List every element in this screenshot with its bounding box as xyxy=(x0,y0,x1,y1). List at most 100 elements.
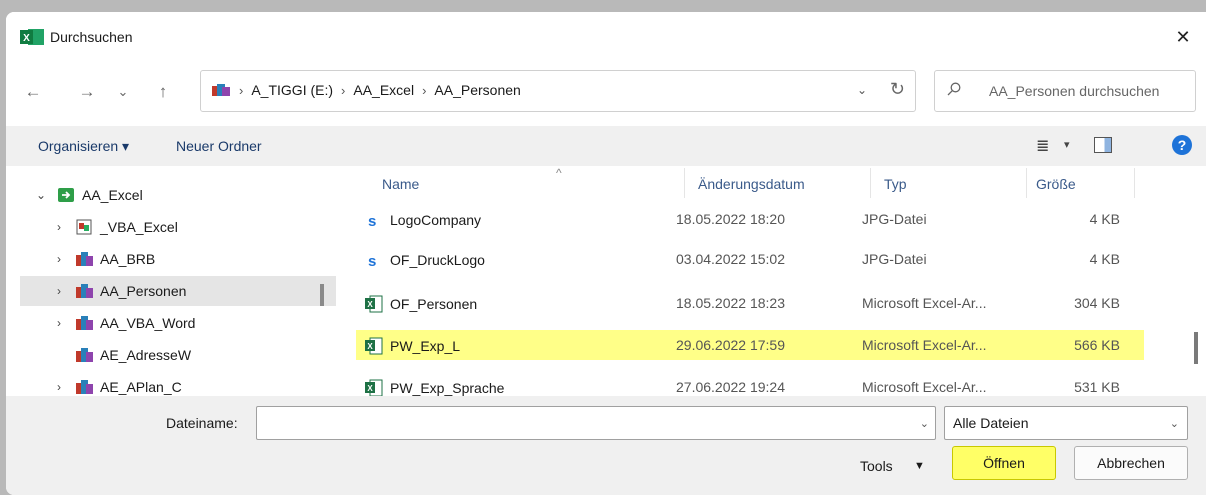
folder-icon xyxy=(76,284,93,298)
column-divider[interactable] xyxy=(1134,168,1135,198)
file-date: 03.04.2022 15:02 xyxy=(676,251,785,267)
forward-button[interactable]: → xyxy=(74,82,100,102)
file-row-selected[interactable]: X PW_Exp_L 29.06.2022 17:59 Microsoft Ex… xyxy=(356,330,1144,360)
file-row[interactable]: s OF_DruckLogo 03.04.2022 15:02 JPG-Date… xyxy=(356,244,1144,274)
svg-text:s: s xyxy=(368,253,376,269)
chevron-down-icon[interactable]: ⌄ xyxy=(1170,417,1179,430)
file-type: Microsoft Excel-Ar... xyxy=(862,379,987,395)
file-type: JPG-Datei xyxy=(862,251,927,267)
recent-locations-button[interactable]: ⌄ xyxy=(110,82,136,102)
svg-text:X: X xyxy=(23,33,30,44)
close-button[interactable]: ✕ xyxy=(1170,24,1196,50)
tree-item-aa-brb[interactable]: › AA_BRB xyxy=(6,244,352,274)
new-folder-button[interactable]: Neuer Ordner xyxy=(176,138,262,154)
file-list-scrollbar[interactable] xyxy=(1194,332,1198,364)
svg-text:s: s xyxy=(368,213,376,229)
chevron-right-icon[interactable]: › xyxy=(52,316,66,330)
svg-text:X: X xyxy=(367,342,373,351)
tree-item-label: AE_APlan_C xyxy=(100,379,182,395)
file-type-filter-value: Alle Dateien xyxy=(953,415,1029,431)
column-divider[interactable] xyxy=(870,168,871,198)
refresh-icon[interactable]: ↻ xyxy=(890,79,905,100)
cancel-button[interactable]: Abbrechen xyxy=(1074,446,1188,480)
folder-icon xyxy=(76,219,92,235)
column-divider[interactable] xyxy=(684,168,685,198)
search-input[interactable]: AA_Personen durchsuchen xyxy=(934,70,1196,112)
tree-scrollbar[interactable] xyxy=(320,284,324,306)
file-name: PW_Exp_Sprache xyxy=(390,380,505,396)
chevron-right-icon[interactable]: › xyxy=(52,220,66,234)
file-size: 4 KB xyxy=(1089,251,1120,267)
excel-file-icon: X xyxy=(365,379,383,396)
file-type: Microsoft Excel-Ar... xyxy=(862,295,987,311)
breadcrumb-separator: › xyxy=(422,82,427,98)
file-type-filter[interactable]: Alle Dateien ⌄ xyxy=(944,406,1188,440)
file-date: 18.05.2022 18:23 xyxy=(676,295,785,311)
chevron-down-icon[interactable]: ⌄ xyxy=(920,417,929,430)
tree-item-label: AE_AdresseW xyxy=(100,347,192,363)
file-row[interactable]: X OF_Personen 18.05.2022 18:23 Microsoft… xyxy=(356,288,1144,318)
file-date: 18.05.2022 18:20 xyxy=(676,211,785,227)
chevron-right-icon[interactable]: › xyxy=(52,252,66,266)
drive-folder-icon xyxy=(212,84,230,96)
chevron-right-icon[interactable]: › xyxy=(52,380,66,394)
file-name: LogoCompany xyxy=(390,212,482,228)
help-icon[interactable]: ? xyxy=(1172,135,1192,155)
tree-item-ae-adressew[interactable]: AE_AdresseW xyxy=(6,340,352,370)
column-divider[interactable] xyxy=(1026,168,1027,198)
view-dropdown-icon[interactable]: ▾ xyxy=(1064,138,1070,151)
column-header-type[interactable]: Typ xyxy=(884,176,907,192)
file-date: 29.06.2022 17:59 xyxy=(676,337,785,353)
tools-menu[interactable]: Tools xyxy=(860,458,893,474)
file-row[interactable]: X PW_Exp_Sprache 27.06.2022 19:24 Micros… xyxy=(356,372,1144,396)
view-options-icon[interactable]: ≣ xyxy=(1036,136,1049,156)
chevron-down-icon[interactable]: ⌄ xyxy=(857,83,867,97)
breadcrumb-aa-excel[interactable]: AA_Excel xyxy=(353,82,414,98)
tree-item-aa-excel[interactable]: ⌄ AA_Excel xyxy=(6,180,334,210)
tools-dropdown-icon[interactable]: ▼ xyxy=(914,460,925,472)
back-button[interactable]: ← xyxy=(20,82,46,102)
column-header-date[interactable]: Änderungsdatum xyxy=(698,176,805,192)
tree-item-label: _VBA_Excel xyxy=(100,219,178,235)
file-open-dialog: X Durchsuchen ✕ ← → ⌄ ↑ › A_TIGGI (E:) ›… xyxy=(6,12,1206,495)
chevron-right-icon[interactable]: › xyxy=(52,284,66,298)
chevron-down-icon[interactable]: ⌄ xyxy=(34,188,48,202)
folder-icon xyxy=(76,316,93,330)
file-name: OF_Personen xyxy=(390,296,478,312)
tree-item-aa-vba-word[interactable]: › AA_VBA_Word xyxy=(6,308,352,338)
breadcrumb-aa-personen[interactable]: AA_Personen xyxy=(434,82,520,98)
breadcrumb-separator: › xyxy=(341,82,346,98)
file-size: 304 KB xyxy=(1074,295,1120,311)
file-type: JPG-Datei xyxy=(862,211,927,227)
jpg-file-icon: s xyxy=(368,253,376,269)
excel-file-icon: X xyxy=(365,337,383,355)
search-placeholder: AA_Personen durchsuchen xyxy=(989,83,1160,99)
breadcrumb-drive[interactable]: A_TIGGI (E:) xyxy=(251,82,333,98)
column-header-size[interactable]: Größe xyxy=(1036,176,1076,192)
file-name-cell: X PW_Exp_Sprache xyxy=(364,379,504,396)
tree-item-aa-personen[interactable]: › AA_Personen xyxy=(20,276,358,306)
file-size: 4 KB xyxy=(1089,211,1120,227)
sort-caret-icon: ^ xyxy=(556,168,562,180)
column-header-name[interactable]: Name xyxy=(382,176,419,192)
open-button[interactable]: Öffnen xyxy=(952,446,1056,480)
filename-label: Dateiname: xyxy=(166,415,238,431)
file-list: ^ Name Änderungsdatum Typ Größe s LogoCo… xyxy=(336,168,1196,396)
svg-text:X: X xyxy=(367,300,373,309)
preview-pane-icon[interactable] xyxy=(1094,137,1112,153)
search-icon xyxy=(947,82,961,96)
breadcrumb: › A_TIGGI (E:) › AA_Excel › AA_Personen xyxy=(211,82,521,98)
tree-item-vba-excel[interactable]: › _VBA_Excel xyxy=(6,212,352,242)
file-row[interactable]: s LogoCompany 18.05.2022 18:20 JPG-Datei… xyxy=(356,204,1144,234)
file-name-cell: s OF_DruckLogo xyxy=(364,251,485,269)
organize-menu[interactable]: Organisieren ▾ xyxy=(38,138,129,155)
file-name: PW_Exp_L xyxy=(390,338,461,354)
dialog-footer: Dateiname: ⌄ Alle Dateien ⌄ Tools ▼ Öffn… xyxy=(6,396,1206,495)
tree-item-label: AA_Excel xyxy=(82,187,143,203)
folder-icon xyxy=(76,380,93,394)
tree-item-label: AA_VBA_Word xyxy=(100,315,196,331)
up-button[interactable]: ↑ xyxy=(150,82,176,102)
filename-field[interactable]: ⌄ xyxy=(256,406,936,440)
svg-text:X: X xyxy=(367,384,373,393)
address-bar[interactable]: › A_TIGGI (E:) › AA_Excel › AA_Personen … xyxy=(200,70,916,112)
